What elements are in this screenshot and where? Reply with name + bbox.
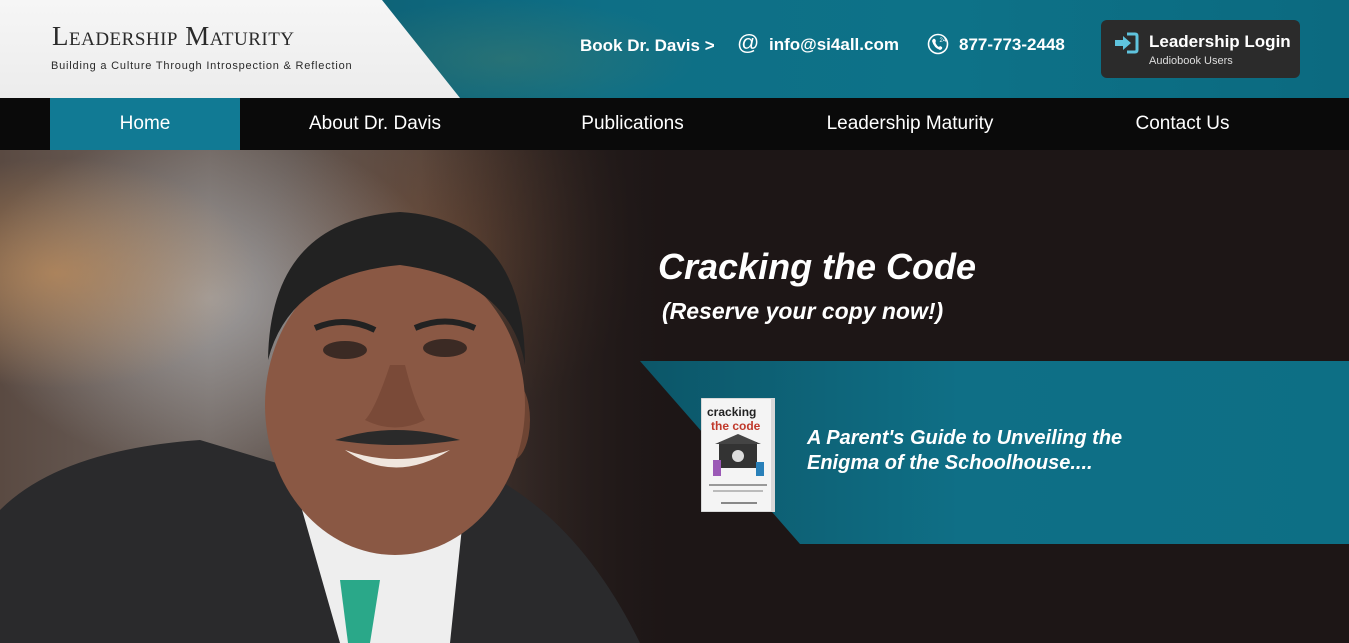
nav-item-contact[interactable]: Contact Us: [1115, 98, 1250, 150]
leadership-login-button[interactable]: Leadership Login Audiobook Users: [1101, 20, 1300, 78]
main-nav: Home About Dr. Davis Publications Leader…: [0, 98, 1349, 150]
book-description-line2: Enigma of the Schoolhouse....: [807, 452, 1093, 474]
book-cover-image[interactable]: cracking the code: [701, 398, 775, 512]
site-header: Leadership Maturity Building a Culture T…: [0, 0, 1349, 98]
book-description-line1: A Parent's Guide to Unveiling the: [807, 427, 1123, 449]
book-cover-line1: cracking: [707, 405, 756, 419]
hero-title: Cracking the Code: [658, 246, 977, 287]
nav-item-home[interactable]: Home: [50, 98, 240, 150]
book-dr-davis-link[interactable]: Book Dr. Davis >: [580, 36, 715, 98]
logo-title: Leadership Maturity: [52, 21, 295, 51]
hero-banner: Cracking the Code (Reserve your copy now…: [0, 150, 1349, 643]
login-sublabel: Audiobook Users: [1149, 55, 1233, 67]
svg-text:24: 24: [940, 38, 947, 44]
logo-panel[interactable]: Leadership Maturity Building a Culture T…: [0, 0, 460, 98]
phone-link[interactable]: 877-773-2448: [959, 35, 1065, 55]
nav-item-about[interactable]: About Dr. Davis: [290, 98, 460, 150]
sign-in-icon: [1115, 32, 1139, 54]
nav-item-leadership-maturity[interactable]: Leadership Maturity: [805, 98, 1015, 150]
book-cover-line2: the code: [711, 419, 761, 433]
nav-item-publications[interactable]: Publications: [560, 98, 705, 150]
phone-24-icon: 24: [927, 33, 949, 55]
dr-davis-portrait: [0, 212, 640, 643]
email-link[interactable]: info@si4all.com: [769, 35, 899, 55]
login-label: Leadership Login: [1149, 32, 1291, 51]
hero-subtitle[interactable]: (Reserve your copy now!): [662, 298, 943, 325]
logo-tagline: Building a Culture Through Introspection…: [51, 60, 353, 72]
at-sign-icon: @: [737, 30, 760, 55]
book-description: A Parent's Guide to Unveiling the Enigma…: [807, 426, 1167, 476]
